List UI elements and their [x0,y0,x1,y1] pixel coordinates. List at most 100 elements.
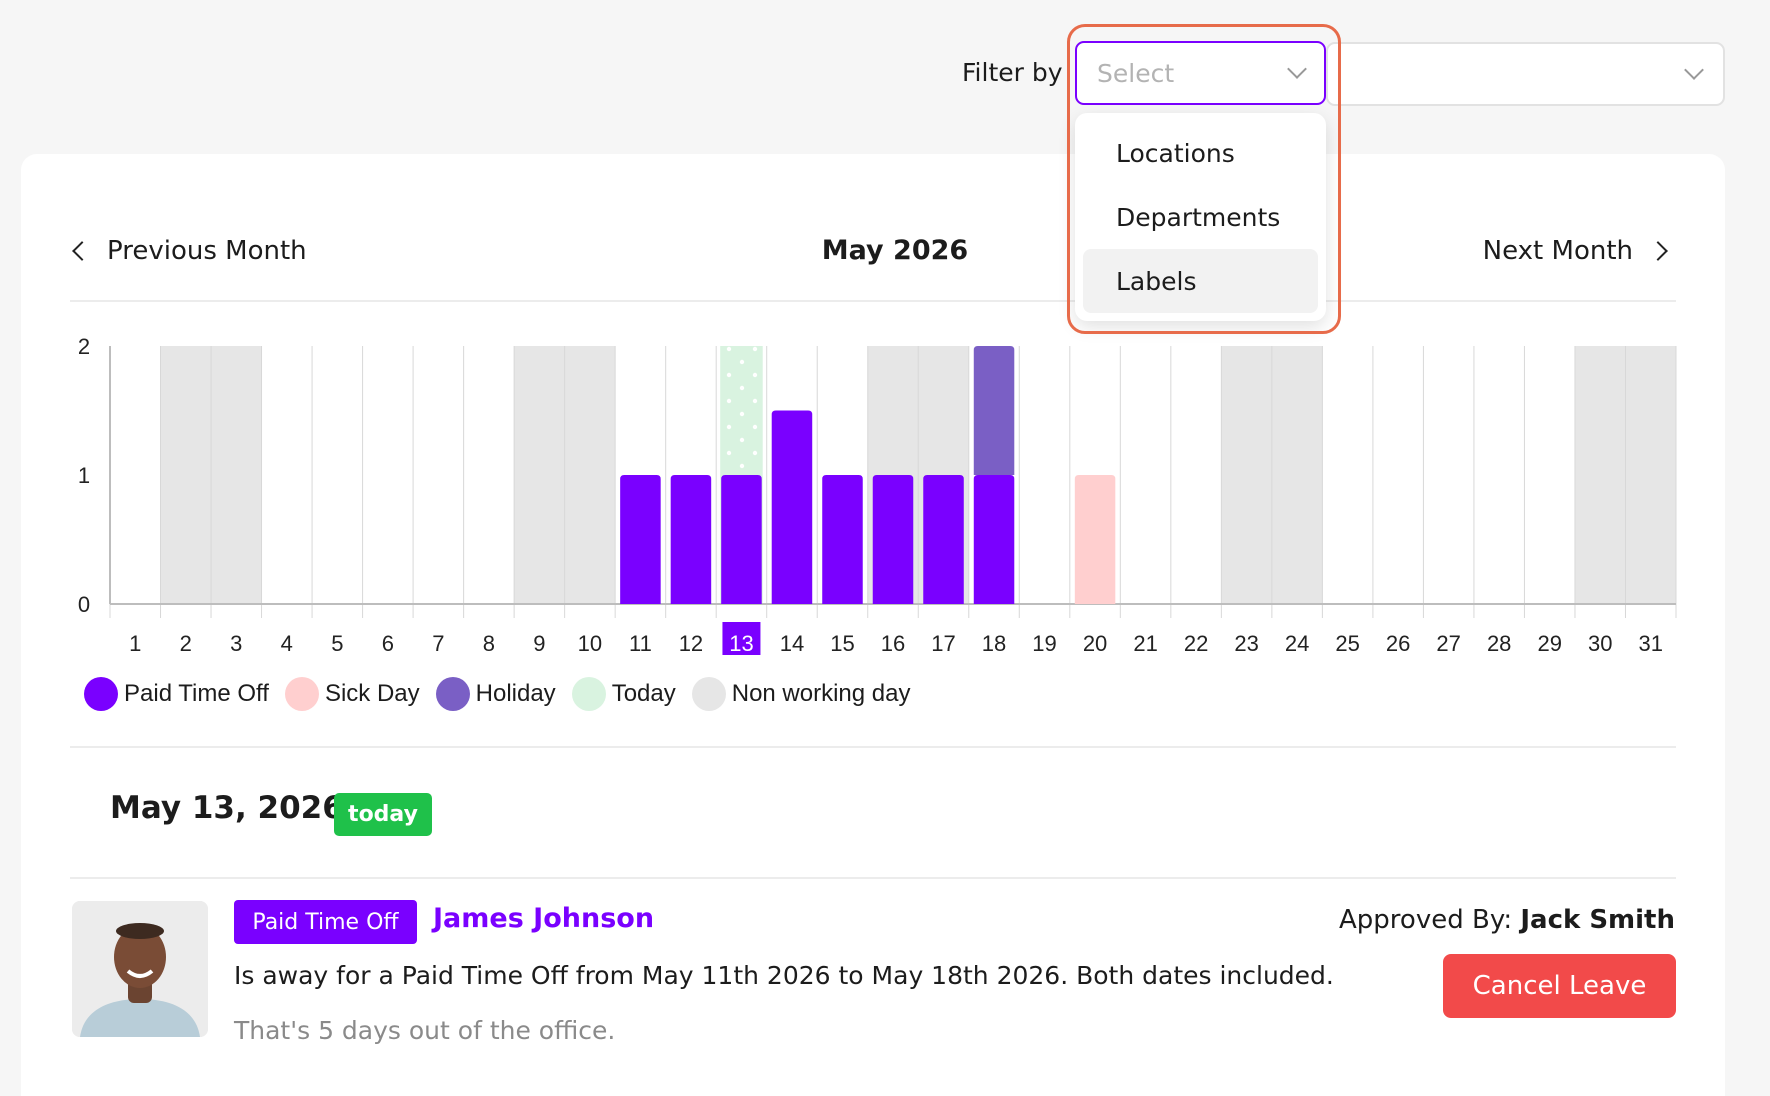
legend-item-sick-day: Sick Day [284,677,420,711]
legend-swatch [284,677,319,711]
bar-paid-time-off [923,475,964,604]
x-tick-label: 21 [1133,631,1157,655]
cancel-leave-button[interactable]: Cancel Leave [1443,954,1676,1018]
legend-item-today: Today [571,677,676,711]
x-tick-label: 20 [1083,631,1107,655]
dropdown-option-locations[interactable]: Locations [1083,121,1318,185]
bar-paid-time-off [973,475,1015,604]
legend-label: Today [611,680,676,707]
x-tick-label: 7 [432,631,444,655]
x-tick-label: 2 [180,631,192,655]
next-month-label: Next Month [1482,236,1633,266]
x-tick-label: 11 [629,631,652,655]
leave-description: Is away for a Paid Time Off from May 11t… [234,961,1334,990]
y-tick-label: 1 [78,463,90,488]
x-tick-label: 14 [780,631,804,655]
non-working-day-bg [514,346,565,604]
chevron-down-icon [1287,59,1307,79]
legend-swatch [691,677,726,711]
x-tick-label: 24 [1285,631,1309,655]
non-working-day-bg [211,346,262,604]
x-tick-label: 26 [1386,631,1410,655]
bar-paid-time-off [670,475,712,604]
chart-legend: Paid Time Off Sick Day Holiday Today Non… [84,677,927,711]
legend-swatch [571,677,606,711]
x-tick-label: 22 [1184,631,1208,655]
avatar [72,901,208,1037]
x-tick-label: 3 [230,631,242,655]
divider [70,300,1676,302]
non-working-day-bg [1221,346,1272,604]
chevron-left-icon [72,241,92,261]
y-tick-label: 0 [78,592,90,617]
x-tick-label: 30 [1588,631,1612,655]
legend-label: Sick Day [324,680,420,707]
next-month-button[interactable]: Next Month [1482,236,1668,266]
filter-type-select[interactable]: Select [1075,41,1326,105]
filter-label: Filter by [962,58,1063,87]
previous-month-button[interactable]: Previous Month [72,236,307,266]
selected-date-heading: May 13, 2026 [110,790,344,826]
previous-month-label: Previous Month [107,236,307,266]
select-placeholder: Select [1097,58,1175,88]
legend-label: Holiday [475,680,556,707]
days-out-text: That's 5 days out of the office. [234,1016,616,1045]
bar-paid-time-off [872,475,914,604]
x-tick-label: 9 [533,631,545,655]
x-tick-label: 1 [129,631,141,655]
bar-paid-time-off [721,475,762,604]
divider [70,746,1676,748]
approved-by-label: Approved By: [1339,905,1513,935]
non-working-day-bg [564,346,616,604]
y-tick-label: 2 [78,334,90,359]
legend-swatch [84,677,118,711]
divider [70,877,1676,879]
month-title: May 2026 [821,235,969,266]
employee-name-link[interactable]: James Johnson [433,903,654,934]
x-tick-label: 28 [1487,631,1511,655]
person-avatar-image [72,901,208,1037]
non-working-day-bg [1625,346,1676,604]
legend-item-paid-time-off: Paid Time Off [84,677,269,711]
bar-paid-time-off [822,475,863,604]
today-badge: today [334,793,432,836]
x-tick-label: 27 [1436,631,1460,655]
legend-swatch [435,677,470,711]
chevron-right-icon [1648,241,1668,261]
x-tick-label: 19 [1032,631,1056,655]
bar-paid-time-off [771,410,813,604]
non-working-day-bg [1574,346,1626,604]
x-tick-label: 15 [830,631,854,655]
x-tick-label: 29 [1537,631,1561,655]
x-tick-label: 4 [281,631,293,655]
x-tick-label: 12 [679,631,703,655]
x-tick-label: 31 [1638,631,1662,655]
bar-sick-day [1074,475,1116,604]
x-tick-label: 8 [483,631,495,655]
chevron-down-icon [1684,60,1704,80]
leave-type-badge: Paid Time Off [234,900,417,944]
legend-label: Paid Time Off [124,680,269,707]
legend-item-non-working-day: Non working day [691,677,911,711]
filter-value-select[interactable] [1326,42,1725,106]
approved-by: Approved By: Jack Smith [1339,905,1675,935]
legend-item-holiday: Holiday [435,677,556,711]
dropdown-option-departments[interactable]: Departments [1083,185,1318,249]
dropdown-option-labels[interactable]: Labels [1083,249,1318,313]
leave-chart: 0121 2 3 4 5 6 7 8 9 10 11 12 13 14 15 16 17 18 19 20 21 22 23… [78,334,1677,655]
non-working-day-bg [1271,346,1323,604]
x-tick-label: 10 [578,631,602,655]
x-tick-label: 5 [331,631,343,655]
x-tick-label: 25 [1335,631,1359,655]
x-tick-label-today: 13 [729,631,753,655]
legend-label: Non working day [731,680,911,707]
bar-holiday [973,346,1015,475]
bar-paid-time-off [620,475,661,604]
non-working-day-bg [160,346,212,604]
filter-dropdown-menu: Locations Departments Labels [1075,113,1326,321]
x-tick-label: 6 [382,631,394,655]
approver-name: Jack Smith [1520,905,1675,935]
x-tick-label: 18 [982,631,1006,655]
x-tick-label: 16 [881,631,905,655]
x-tick-label: 23 [1234,631,1258,655]
